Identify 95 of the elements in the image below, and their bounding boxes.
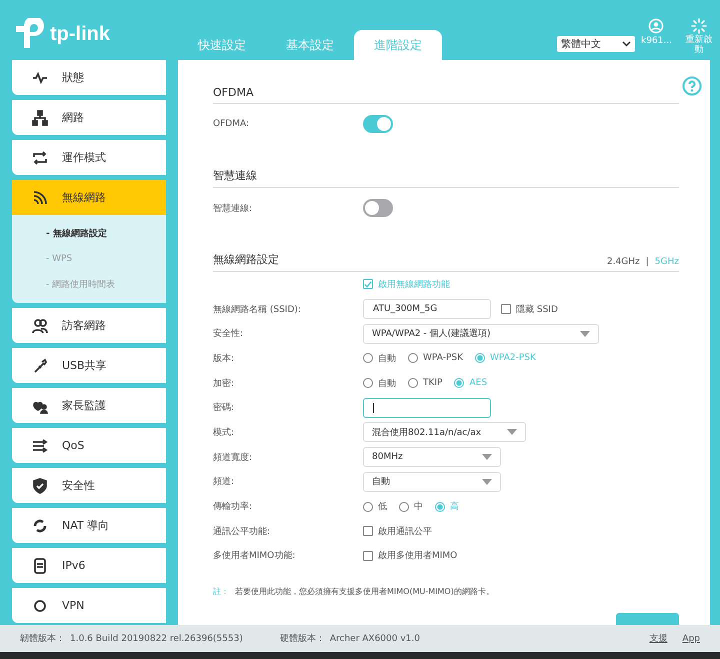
dropdown-arrow-icon <box>507 429 517 436</box>
radio-button[interactable] <box>435 502 445 512</box>
logo-text: tp-link <box>50 22 110 46</box>
dropdown-arrow-icon <box>482 478 492 485</box>
radio-label: WPA-PSK <box>423 353 463 364</box>
note-label: 註： <box>213 586 229 598</box>
sidebar-item[interactable]: NAT 導向 <box>12 508 166 543</box>
field-label: 密碼: <box>213 402 236 414</box>
dropdown[interactable]: 80MHz <box>363 447 501 468</box>
firmware-version: 1.0.6 Build 20190822 rel.26396(5553) <box>70 634 243 644</box>
menu-icon <box>32 150 48 166</box>
checkbox-label: 啟用無線網路功能 <box>378 278 450 291</box>
menu-icon <box>32 358 48 374</box>
dropdown-arrow-icon <box>482 454 492 460</box>
field-label: 模式: <box>213 426 236 439</box>
help-icon[interactable] <box>682 76 702 96</box>
chevron-down-icon <box>622 41 631 47</box>
band-link[interactable]: 2.4GHz <box>606 257 640 267</box>
menu-icon <box>32 478 48 494</box>
menu-icon <box>32 70 48 86</box>
radio-label: 中 <box>414 500 423 514</box>
field-label: 安全性: <box>213 328 244 340</box>
section-title: 無線網路設定 <box>213 252 279 267</box>
checkbox-label: 啟用通訊公平 <box>378 526 432 538</box>
field-label: 多使用者MIMO功能: <box>213 550 296 562</box>
menu-icon <box>32 190 48 206</box>
radio-button[interactable] <box>399 502 409 512</box>
radio-label: AES <box>469 378 488 388</box>
section-title: OFDMA <box>213 86 254 99</box>
radio-label: 自動 <box>378 378 396 390</box>
hardware-version: Archer AX6000 v1.0 <box>330 634 420 644</box>
menu-icon <box>32 518 48 534</box>
field-label: 傳輸功率: <box>213 500 254 514</box>
section-title: 智慧連線 <box>213 168 257 183</box>
sidebar-item[interactable]: USB共享 <box>12 348 166 383</box>
radio-label: 高 <box>450 500 459 514</box>
field-label: OFDMA: <box>213 119 250 129</box>
sidebar-item[interactable]: 安全性 <box>12 468 166 503</box>
logo-icon <box>14 18 46 50</box>
field-label: 版本: <box>213 352 236 365</box>
submenu-item[interactable]: - 無線網路設定 <box>46 227 166 240</box>
radio-button[interactable] <box>475 353 485 364</box>
radio-button[interactable] <box>408 353 418 364</box>
radio-button[interactable] <box>408 378 418 388</box>
sidebar-item[interactable]: 狀態 <box>12 60 166 95</box>
user-icon <box>648 18 664 34</box>
checkbox[interactable] <box>363 526 373 536</box>
menu-icon <box>32 110 48 126</box>
menu-icon <box>32 438 48 454</box>
footer-link[interactable]: App <box>682 634 700 644</box>
input-field[interactable] <box>363 398 491 418</box>
radio-button[interactable] <box>454 378 464 388</box>
menu-icon <box>32 558 48 574</box>
dropdown[interactable]: WPA/WPA2 - 個人(建議選項) <box>363 324 599 344</box>
hardware-label: 硬體版本： <box>280 632 325 645</box>
radio-label: WPA2-PSK <box>490 353 536 364</box>
toggle-switch[interactable] <box>363 115 393 133</box>
checkbox[interactable] <box>363 279 373 290</box>
footer-link[interactable]: 支援 <box>649 632 668 645</box>
toggle-switch[interactable] <box>363 199 393 217</box>
sidebar-item[interactable]: VPN <box>12 588 166 623</box>
radio-label: 自動 <box>378 352 396 365</box>
sidebar-item[interactable]: 網路 <box>12 100 166 135</box>
separator-text: | <box>646 257 649 267</box>
radio-button[interactable] <box>363 378 373 388</box>
sidebar-item[interactable]: 家長監護 <box>12 388 166 423</box>
checkbox[interactable] <box>501 304 511 314</box>
input-field[interactable]: ATU_300M_5G <box>363 299 491 320</box>
field-label: 頻道: <box>213 476 236 488</box>
note-text: 若要使用此功能，您必須擁有支援多使用者MIMO(MU-MIMO)的網路卡。 <box>235 586 494 598</box>
dropdown-arrow-icon <box>580 330 590 337</box>
field-label: 加密: <box>213 378 236 390</box>
spinner-icon <box>691 18 707 34</box>
dropdown[interactable]: 自動 <box>363 472 501 492</box>
field-label: 通訊公平功能: <box>213 526 272 538</box>
radio-label: 低 <box>378 501 387 514</box>
menu-icon <box>32 318 48 334</box>
field-label: 頻道寬度: <box>213 452 254 464</box>
sidebar-item[interactable]: 無線網路 <box>12 180 166 215</box>
field-label: 智慧連線: <box>213 202 254 214</box>
dropdown[interactable]: 混合使用802.11a/n/ac/ax <box>363 422 526 442</box>
checkbox[interactable] <box>363 550 373 561</box>
sidebar-item[interactable]: IPv6 <box>12 548 166 583</box>
sidebar-item[interactable]: 運作模式 <box>12 140 166 175</box>
sidebar-item[interactable]: 訪客網路 <box>12 308 166 343</box>
checkbox-label: 啟用多使用者MIMO <box>378 550 458 562</box>
checkbox-label: 隱藏 SSID <box>516 304 558 316</box>
menu-icon <box>32 598 48 614</box>
radio-button[interactable] <box>363 502 373 512</box>
firmware-label: 韌體版本： <box>20 632 65 645</box>
radio-button[interactable] <box>363 353 373 364</box>
radio-label: TKIP <box>423 378 442 388</box>
field-label: 無線網路名稱 (SSID): <box>213 304 302 316</box>
language-select[interactable]: 繁體中文 <box>557 36 635 52</box>
sidebar-item[interactable]: QoS <box>12 428 166 463</box>
